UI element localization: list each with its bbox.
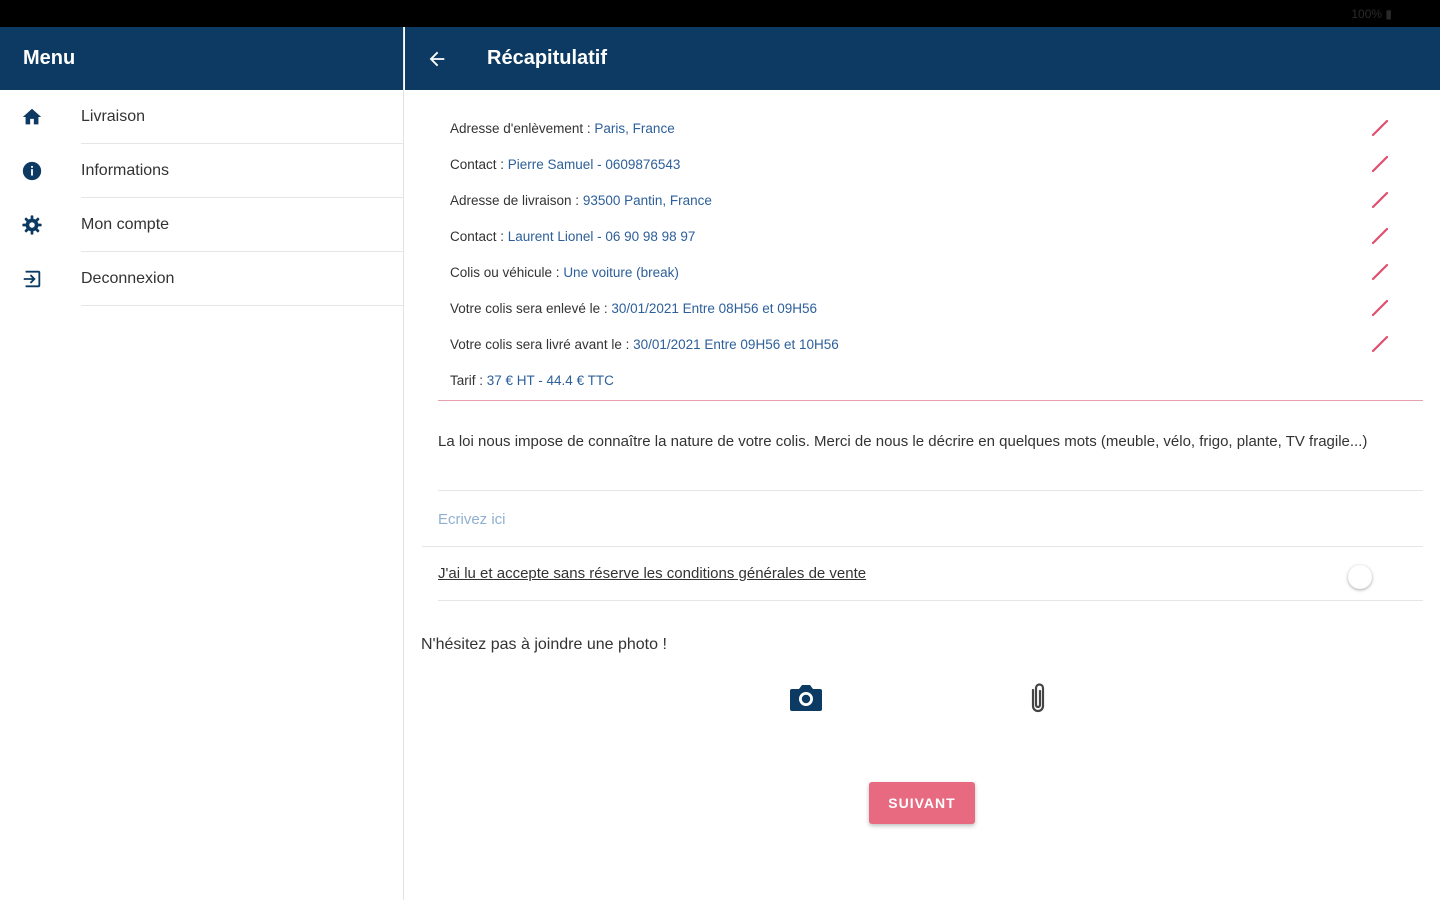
divider [422, 546, 1423, 547]
logout-icon [20, 267, 44, 291]
drawer-header: Menu [0, 27, 403, 90]
edit-pencil-icon[interactable] [1370, 298, 1390, 318]
recap-label: Colis ou véhicule : [450, 264, 564, 280]
divider [438, 600, 1423, 601]
paperclip-icon [1031, 683, 1045, 713]
recap-label: Tarif : [450, 372, 487, 388]
next-button[interactable]: SUIVANT [869, 782, 975, 824]
navigation-drawer: Menu Livraison Informations Mon compte D… [0, 27, 404, 900]
recap-row-pickup-contact: Contact : Pierre Samuel - 0609876543 [450, 146, 1400, 182]
recap-row-pickup-time: Votre colis sera enlevé le : 30/01/2021 … [450, 290, 1400, 326]
menu-item-informations[interactable]: Informations [0, 144, 403, 198]
recap-row-price: Tarif : 37 € HT - 44.4 € TTC [450, 362, 1400, 398]
recap-value: 37 € HT - 44.4 € TTC [486, 372, 614, 388]
edit-pencil-icon[interactable] [1370, 226, 1390, 246]
menu-divider [81, 305, 403, 306]
cgv-terms-link[interactable]: J'ai lu et accepte sans réserve les cond… [438, 565, 866, 582]
recap-row-delivery-address: Adresse de livraison : 93500 Pantin, Fra… [450, 182, 1400, 218]
app-bar: Récapitulatif [405, 27, 1440, 90]
menu-item-label: Mon compte [81, 216, 170, 233]
recap-row-pickup-address: Adresse d'enlèvement : Paris, France [450, 110, 1400, 146]
recap-label: Adresse d'enlèvement : [450, 120, 595, 136]
recap-value: 30/01/2021 Entre 08H56 et 09H56 [611, 300, 818, 316]
recap-label: Votre colis sera livré avant le : [450, 336, 634, 352]
gear-icon [20, 213, 44, 237]
page-title: Récapitulatif [487, 47, 608, 69]
edit-pencil-icon[interactable] [1370, 334, 1390, 354]
recap-label: Contact : [450, 156, 508, 172]
edit-pencil-icon[interactable] [1370, 154, 1390, 174]
edit-pencil-icon[interactable] [1370, 262, 1390, 282]
recap-value: Pierre Samuel - 0609876543 [507, 156, 681, 172]
arrow-left-icon [429, 51, 445, 66]
recap-value: Une voiture (break) [563, 264, 679, 280]
recap-value: 30/01/2021 Entre 09H56 et 10H56 [633, 336, 839, 352]
menu-item-label: Informations [81, 162, 170, 179]
recap-row-delivery-contact: Contact : Laurent Lionel - 06 90 98 98 9… [450, 218, 1400, 254]
package-description-input[interactable] [438, 500, 1418, 538]
attach-file-button[interactable] [1025, 680, 1051, 716]
camera-icon [790, 685, 822, 711]
divider [438, 490, 1423, 491]
recap-row-package-type: Colis ou véhicule : Une voiture (break) [450, 254, 1400, 290]
recap-divider [438, 400, 1423, 401]
cgv-accept-toggle[interactable] [1348, 565, 1372, 589]
status-text: 100% ▮ [1351, 7, 1392, 21]
drawer-title: Menu [23, 47, 76, 69]
photo-hint: N'hésitez pas à joindre une photo ! [421, 636, 667, 653]
recap-label: Votre colis sera enlevé le : [450, 300, 612, 316]
edit-pencil-icon[interactable] [1370, 190, 1390, 210]
menu-item-mon-compte[interactable]: Mon compte [0, 198, 403, 252]
menu-item-deconnexion[interactable]: Deconnexion [0, 252, 403, 306]
menu-item-label: Livraison [81, 108, 146, 125]
recap-value: Laurent Lionel - 06 90 98 98 97 [507, 228, 696, 244]
menu-item-label: Deconnexion [81, 270, 175, 287]
status-bar: 100% ▮ [0, 0, 1440, 27]
edit-pencil-icon[interactable] [1370, 118, 1390, 138]
camera-button[interactable] [788, 682, 824, 714]
recap-value: Paris, France [594, 120, 675, 136]
back-button[interactable] [423, 45, 451, 73]
recap-row-delivery-time: Votre colis sera livré avant le : 30/01/… [450, 326, 1400, 362]
info-icon [20, 159, 44, 183]
menu-item-livraison[interactable]: Livraison [0, 90, 403, 144]
package-nature-notice: La loi nous impose de connaître la natur… [438, 433, 1368, 450]
recap-value: 93500 Pantin, France [582, 192, 712, 208]
recap-content: Adresse d'enlèvement : Paris, France Con… [405, 90, 1440, 900]
recap-label: Contact : [450, 228, 508, 244]
recap-label: Adresse de livraison : [450, 192, 583, 208]
home-icon [20, 105, 44, 129]
